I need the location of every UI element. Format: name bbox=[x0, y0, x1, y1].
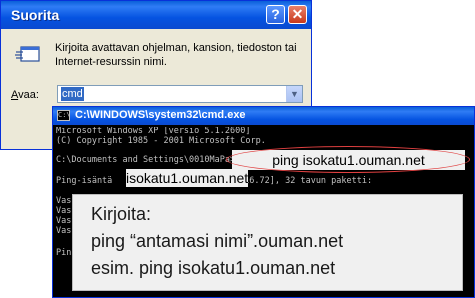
run-dialog-titlebar[interactable]: Suorita ? ✕ bbox=[1, 1, 311, 29]
run-icon bbox=[15, 46, 40, 62]
console-icon: C:\ bbox=[57, 110, 71, 121]
console-line: (C) Copyright 1985 - 2001 Microsoft Corp… bbox=[56, 135, 266, 146]
console-line-ping-prefix: Ping-isäntä bbox=[56, 176, 113, 186]
instruction-line-1: Kirjoita: bbox=[91, 204, 152, 224]
instruction-line-2: ping “antamasi nimi”.ouman.net bbox=[91, 231, 344, 251]
console-line: Vas bbox=[56, 226, 72, 236]
run-dialog-description: Kirjoita avattavan ohjelman, kansion, ti… bbox=[55, 42, 297, 68]
close-button[interactable]: ✕ bbox=[288, 5, 307, 24]
cmd-title: C:\WINDOWS\system32\cmd.exe bbox=[75, 109, 246, 121]
reply-host-highlight: isokatu1.ouman.net bbox=[126, 169, 249, 187]
instruction-box: Kirjoita: ping “antamasi nimi”.ouman.net… bbox=[72, 194, 463, 291]
run-dialog-title: Suorita bbox=[11, 7, 60, 23]
chevron-down-icon[interactable]: ▼ bbox=[286, 86, 302, 102]
open-combobox[interactable]: cmd ▼ bbox=[57, 85, 303, 103]
instruction-line-3: esim. ping isokatu1.ouman.net bbox=[91, 258, 336, 278]
cmd-titlebar[interactable]: C:\ C:\WINDOWS\system32\cmd.exe bbox=[53, 107, 474, 125]
console-prompt: C:\Documents and Settings\0010MaPa> bbox=[56, 155, 236, 165]
open-input-value[interactable]: cmd bbox=[61, 87, 84, 101]
console-line: Pin bbox=[56, 248, 72, 258]
help-button[interactable]: ? bbox=[266, 5, 285, 24]
highlight-circle bbox=[226, 146, 470, 173]
open-label-rest: vaa: bbox=[18, 89, 39, 101]
open-label: Avaa: bbox=[11, 89, 39, 101]
